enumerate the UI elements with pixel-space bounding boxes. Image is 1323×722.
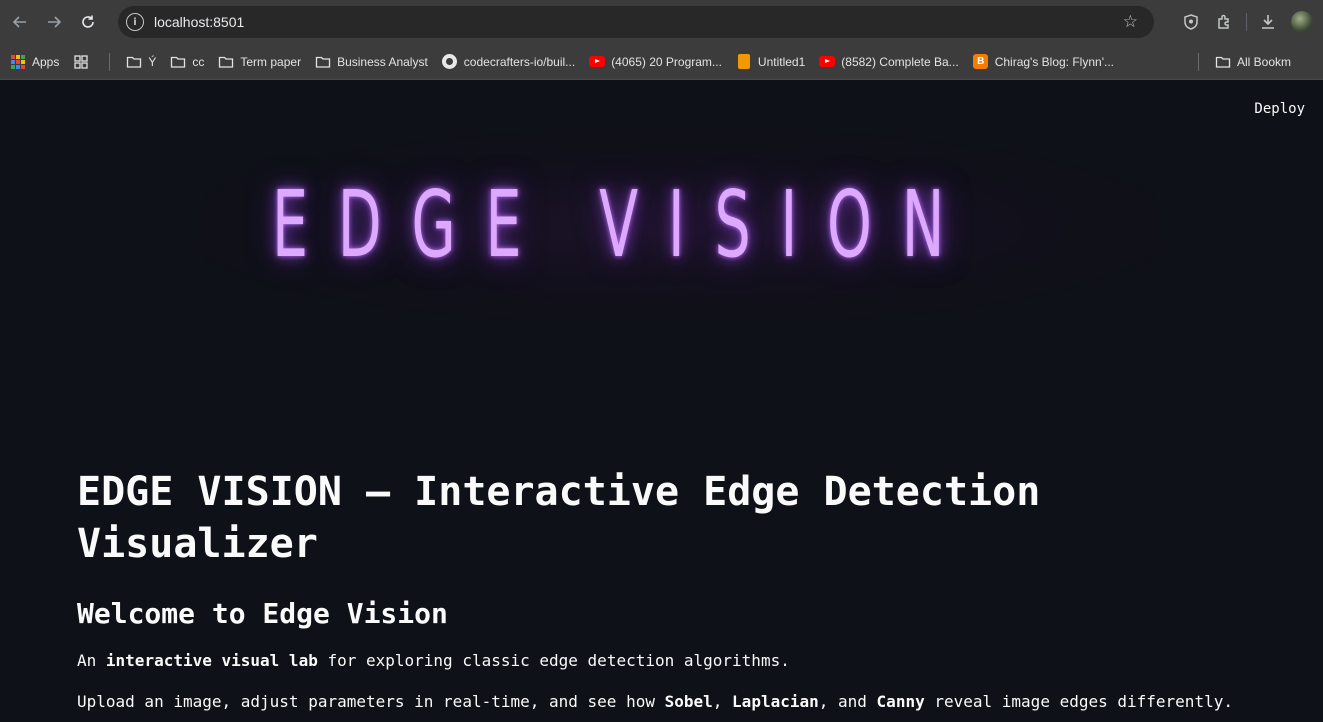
extensions-button[interactable] <box>1208 6 1242 38</box>
bookmark-label: Ý <box>148 54 157 69</box>
laplacian-emphasis: Laplacian <box>732 692 819 711</box>
bookmark-youtube-1[interactable]: (4065) 20 Program... <box>589 54 722 70</box>
hero-neon-title: EDGE VISION <box>272 171 975 278</box>
bookmark-codecrafters[interactable]: codecrafters-io/buil... <box>442 54 575 70</box>
folder-icon <box>126 54 142 70</box>
app-viewport: Deploy EDGE VISION EDGE VISION — Interac… <box>0 80 1323 722</box>
browser-toolbar: i localhost:8501 ☆ <box>0 0 1323 44</box>
upload-text: , <box>712 692 733 711</box>
bookmark-blog[interactable]: B Chirag's Blog: Flynn'... <box>973 54 1114 70</box>
bookmark-label: Chirag's Blog: Flynn'... <box>994 54 1114 69</box>
canny-emphasis: Canny <box>876 692 925 711</box>
browser-tools <box>1174 6 1323 38</box>
intro-paragraph: An interactive visual lab for exploring … <box>77 650 790 672</box>
upload-text: Upload an image, adjust parameters in re… <box>77 692 665 711</box>
grid-icon <box>73 54 89 70</box>
bookmark-label: Business Analyst <box>337 54 428 69</box>
bookmark-label: Untitled1 <box>757 54 806 69</box>
intro-emphasis: interactive visual lab <box>105 651 318 670</box>
folder-icon <box>218 54 234 70</box>
site-info-icon[interactable]: i <box>126 13 144 31</box>
bookmark-label: codecrafters-io/buil... <box>463 54 576 69</box>
bookmarks-bar: Apps Ý cc Term paper Business Analyst co… <box>0 44 1323 80</box>
blogger-icon: B <box>973 54 989 70</box>
bookmark-label: Apps <box>32 54 60 69</box>
puzzle-icon <box>1218 14 1229 29</box>
bookmark-label: cc <box>192 54 205 69</box>
reload-button[interactable] <box>74 8 102 36</box>
bookmark-label: (8582) Complete Ba... <box>841 54 959 69</box>
shield-icon <box>1184 14 1198 30</box>
folder-icon <box>315 54 331 70</box>
upload-text: , and <box>818 692 877 711</box>
bookmark-label: All Bookm <box>1236 54 1292 69</box>
forward-button[interactable] <box>40 8 68 36</box>
folder-icon <box>1215 54 1231 70</box>
address-bar[interactable]: i localhost:8501 ☆ <box>118 6 1154 38</box>
bookmark-label: (4065) 20 Program... <box>611 54 722 69</box>
bookmark-star-icon[interactable]: ☆ <box>1123 12 1138 32</box>
github-icon <box>442 54 458 70</box>
extension-shield-button[interactable] <box>1174 6 1208 38</box>
tab-groups-button[interactable] <box>73 54 95 70</box>
folder-icon <box>170 54 186 70</box>
url-text[interactable]: localhost:8501 <box>154 14 244 30</box>
back-arrow-icon <box>12 16 26 28</box>
toolbar-divider <box>1246 13 1247 31</box>
download-icon <box>1262 15 1274 29</box>
youtube-icon <box>589 54 606 70</box>
page-title: EDGE VISION — Interactive Edge Detection… <box>77 469 1041 567</box>
bookmark-folder-term-paper[interactable]: Term paper <box>218 54 301 70</box>
downloads-button[interactable] <box>1251 6 1285 38</box>
bookmark-all-bookmarks[interactable]: All Bookm <box>1215 54 1291 70</box>
bookmark-untitled1[interactable]: Untitled1 <box>736 54 805 70</box>
apps-icon <box>10 54 26 70</box>
intro-text: for exploring classic edge detection alg… <box>317 651 790 670</box>
bookmark-folder-business-analyst[interactable]: Business Analyst <box>315 54 428 70</box>
bookmarks-divider <box>1197 52 1199 71</box>
back-button[interactable] <box>6 8 34 36</box>
bookmark-folder-y[interactable]: Ý <box>126 54 156 70</box>
bookmark-youtube-2[interactable]: (8582) Complete Ba... <box>819 54 959 70</box>
upload-text: reveal image edges differently. <box>924 692 1233 711</box>
profile-avatar[interactable] <box>1291 11 1313 33</box>
deploy-button[interactable]: Deploy <box>1254 101 1305 117</box>
bookmark-folder-cc[interactable]: cc <box>170 54 204 70</box>
sobel-emphasis: Sobel <box>664 692 713 711</box>
bookmarks-divider <box>109 52 111 71</box>
forward-arrow-icon <box>48 16 62 28</box>
youtube-icon <box>819 54 836 70</box>
welcome-heading: Welcome to Edge Vision <box>77 597 448 630</box>
bookmark-apps[interactable]: Apps <box>10 54 59 70</box>
notebook-icon <box>736 54 752 70</box>
intro-text: An <box>77 651 106 670</box>
reload-icon <box>82 15 94 28</box>
upload-paragraph: Upload an image, adjust parameters in re… <box>77 691 1233 713</box>
bookmark-label: Term paper <box>240 54 302 69</box>
